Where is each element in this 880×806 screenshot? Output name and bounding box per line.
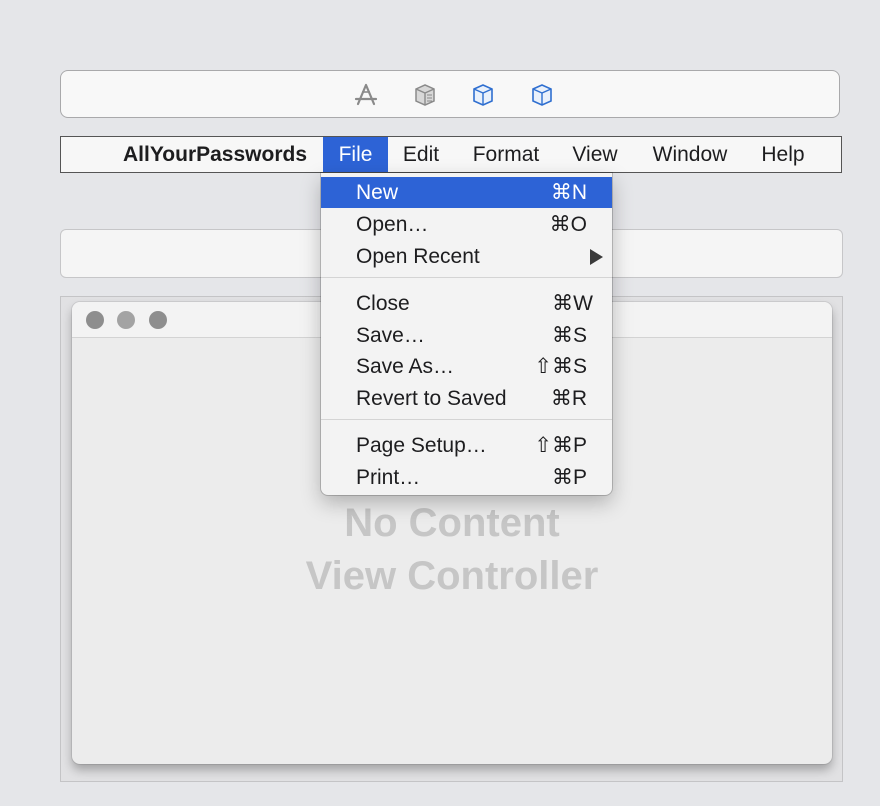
menu-item-shortcut: ⌘N	[550, 181, 587, 204]
menu-item-label: Open…	[356, 213, 429, 236]
menu-view[interactable]: View	[561, 137, 629, 172]
menu-app-name[interactable]: AllYourPasswords	[99, 137, 331, 172]
zoom-window-icon[interactable]	[149, 311, 167, 329]
menu-item-shortcut: ⇧⌘S	[534, 355, 587, 378]
menu-edit[interactable]: Edit	[393, 137, 449, 172]
menu-item-shortcut: ⌘S	[551, 324, 587, 347]
menu-item-label: Save…	[356, 324, 425, 347]
box-icon[interactable]	[470, 82, 496, 108]
menu-item-label: Page Setup…	[356, 434, 487, 457]
menu-item-label: Open Recent	[356, 245, 480, 268]
placeholder-text-line2: View Controller	[305, 554, 599, 598]
placeholder-text-line1: No Content	[344, 501, 560, 545]
object-cube-icon[interactable]	[412, 82, 438, 108]
minimize-window-icon[interactable]	[117, 311, 135, 329]
submenu-arrow-icon	[590, 249, 603, 265]
menu-item-label: Revert to Saved	[356, 387, 507, 410]
menu-item-shortcut: ⌘R	[550, 387, 587, 410]
menu-item-save[interactable]: Save… ⌘S	[321, 320, 612, 351]
toolbar	[60, 70, 840, 118]
menu-item-label: Close	[356, 292, 410, 315]
menu-separator	[321, 419, 612, 420]
menu-item-new[interactable]: New ⌘N	[321, 177, 612, 208]
menu-item-revert[interactable]: Revert to Saved ⌘R	[321, 383, 612, 414]
menu-item-open-recent[interactable]: Open Recent	[321, 241, 612, 272]
close-window-icon[interactable]	[86, 311, 104, 329]
menu-item-label: Save As…	[356, 355, 455, 378]
menu-separator	[321, 277, 612, 278]
menu-item-shortcut: ⌘P	[551, 466, 587, 489]
menu-item-print[interactable]: Print… ⌘P	[321, 462, 612, 493]
menu-item-save-as[interactable]: Save As… ⇧⌘S	[321, 351, 612, 382]
menu-format[interactable]: Format	[459, 137, 553, 172]
menu-item-page-setup[interactable]: Page Setup… ⇧⌘P	[321, 430, 612, 461]
menu-item-open[interactable]: Open… ⌘O	[321, 209, 612, 240]
box-icon[interactable]	[529, 82, 555, 108]
menu-item-shortcut: ⇧⌘P	[534, 434, 587, 457]
file-menu-dropdown: New ⌘N Open… ⌘O Open Recent Close ⌘W Sav…	[321, 173, 612, 495]
app-store-icon[interactable]	[353, 82, 379, 108]
menu-file[interactable]: File	[323, 137, 388, 172]
menu-help[interactable]: Help	[749, 137, 817, 172]
menu-item-shortcut: ⌘W	[552, 292, 593, 315]
menu-item-label: Print…	[356, 466, 421, 489]
menu-window[interactable]: Window	[640, 137, 740, 172]
menu-bar: AllYourPasswords File Edit Format View W…	[60, 136, 842, 173]
menu-item-shortcut: ⌘O	[549, 213, 587, 236]
menu-item-close[interactable]: Close ⌘W	[321, 288, 612, 319]
menu-item-label: New	[356, 181, 399, 204]
